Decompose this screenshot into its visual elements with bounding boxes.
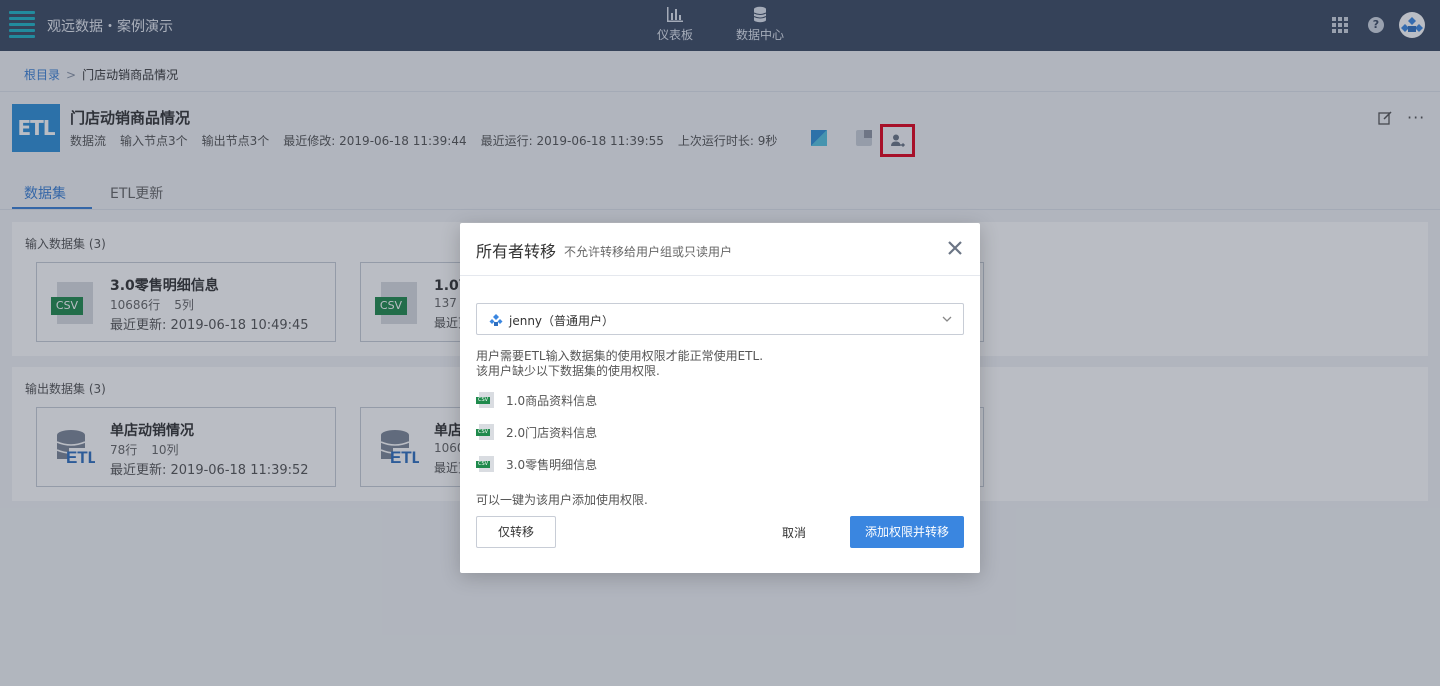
user-avatar-icon	[489, 314, 503, 326]
csv-file-icon: CSV	[476, 392, 494, 408]
chevron-down-icon	[942, 316, 952, 322]
csv-file-icon: CSV	[476, 424, 494, 440]
user-select-value: jenny（普通用户）	[509, 314, 615, 328]
csv-file-icon: CSV	[476, 456, 494, 472]
owner-transfer-dialog: 所有者转移 不允许转移给用户组或只读用户 jenny（普通用户） 用户需要ETL…	[460, 223, 980, 573]
missing-dataset-name: 3.0零售明细信息	[506, 458, 598, 472]
user-select[interactable]: jenny（普通用户）	[476, 303, 964, 335]
permission-message-2: 该用户缺少以下数据集的使用权限.	[476, 364, 660, 378]
close-icon[interactable]	[946, 239, 964, 257]
dialog-subtitle: 不允许转移给用户组或只读用户	[564, 245, 733, 259]
missing-dataset-name: 2.0门店资料信息	[506, 426, 598, 440]
hint-text: 可以一键为该用户添加使用权限.	[476, 493, 648, 507]
dialog-header: 所有者转移 不允许转移给用户组或只读用户	[460, 223, 980, 276]
missing-dataset-name: 1.0商品资料信息	[506, 394, 598, 408]
add-permission-and-transfer-button[interactable]: 添加权限并转移	[850, 516, 964, 548]
dialog-title: 所有者转移	[476, 242, 557, 261]
cancel-button[interactable]: 取消	[782, 524, 806, 541]
transfer-only-button[interactable]: 仅转移	[476, 516, 556, 548]
